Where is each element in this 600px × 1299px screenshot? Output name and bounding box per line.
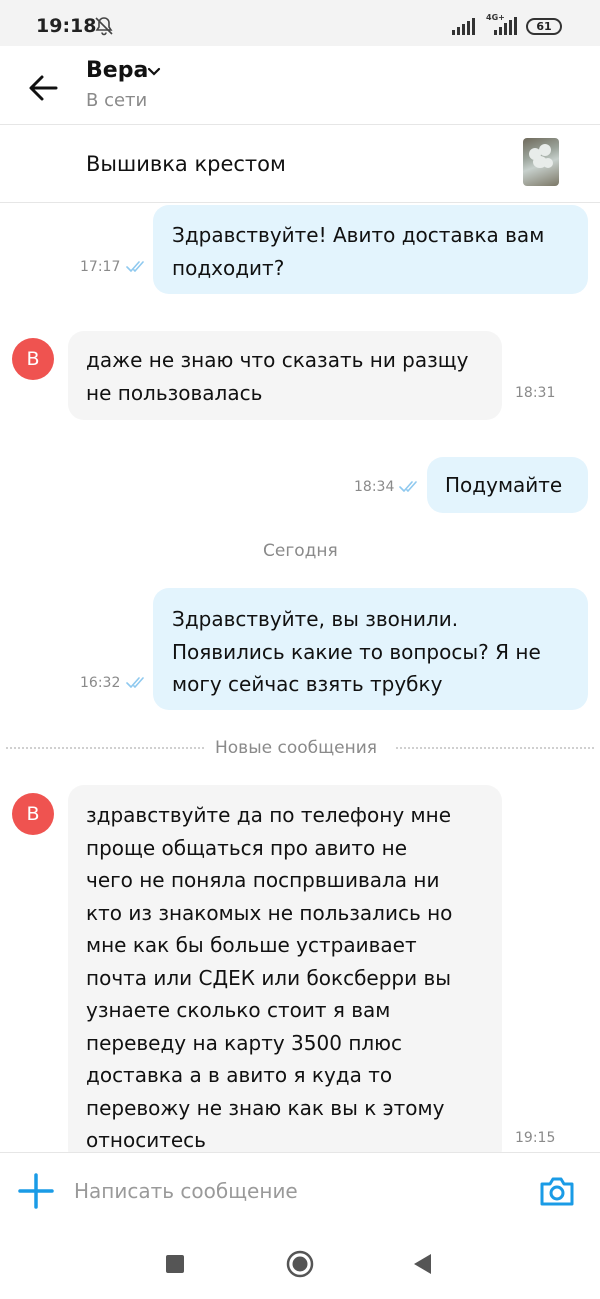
back-arrow-icon[interactable] — [28, 74, 58, 102]
plus-icon[interactable] — [18, 1173, 54, 1209]
message-time: 19:15 — [515, 1130, 556, 1146]
double-check-icon — [126, 261, 144, 272]
message-bubble-outgoing[interactable]: Подумайте — [427, 457, 588, 513]
chevron-down-icon[interactable] — [147, 66, 161, 78]
message-input[interactable]: Написать сообщение — [74, 1179, 298, 1203]
message-text: подходит? — [172, 255, 285, 280]
message-text: доставка а в авито я куда то — [86, 1063, 393, 1087]
avatar[interactable]: В — [12, 338, 54, 380]
camera-icon[interactable] — [539, 1175, 575, 1207]
date-divider: Сегодня — [263, 541, 338, 561]
message-text: даже не знаю что сказать ни разщу — [86, 348, 469, 372]
avatar[interactable]: В — [12, 793, 54, 835]
nav-home-icon[interactable] — [286, 1250, 314, 1278]
contact-status: В сети — [86, 90, 148, 111]
status-time: 19:18 — [36, 15, 97, 37]
message-time: 18:34 — [354, 479, 395, 495]
message-text: могу сейчас взять трубку — [172, 672, 443, 696]
message-text: кто из знакомых не пользались но — [86, 900, 453, 925]
message-text: здравствуйте да по телефону мне — [86, 803, 452, 827]
message-text: проще общаться про авито не — [86, 835, 408, 860]
message-text: перевожу не знаю как вы к этому — [86, 1095, 445, 1120]
message-text: почта или СДЕК или боксберри вы — [86, 965, 452, 990]
divider-line — [6, 747, 204, 749]
message-text: узнаете сколько стоит я вам — [86, 998, 391, 1022]
divider-line — [396, 747, 594, 749]
message-time: 17:17 — [80, 259, 121, 275]
message-bubble-incoming[interactable]: здравствуйте да по телефону мне проще об… — [68, 785, 502, 1165]
message-text: Здравствуйте, вы звонили. — [172, 607, 459, 631]
new-messages-divider: Новые сообщения — [215, 738, 377, 758]
message-bubble-incoming[interactable]: даже не знаю что сказать ни разщу не пол… — [68, 331, 502, 420]
signal-icon — [494, 17, 517, 35]
message-text: мне как бы больше устраивает — [86, 933, 417, 957]
message-text: Здравствуйте! Авито доставка вам — [172, 223, 545, 247]
contact-name[interactable]: Вера — [86, 58, 148, 83]
bell-off-icon — [95, 17, 113, 36]
message-text: переведу на карту 3500 плюс — [86, 1030, 403, 1055]
message-time: 16:32 — [80, 675, 121, 691]
listing-thumbnail[interactable] — [523, 138, 559, 186]
nav-square-icon[interactable] — [166, 1255, 184, 1273]
message-text: Появились какие то вопросы? Я не — [172, 639, 541, 664]
battery-icon: 61 — [526, 18, 562, 35]
message-time: 18:31 — [515, 385, 556, 401]
message-bubble-outgoing[interactable]: Здравствуйте, вы звонили. Появились каки… — [153, 588, 588, 710]
double-check-icon — [399, 481, 417, 492]
message-text: Подумайте — [445, 473, 563, 497]
signal-icon — [452, 18, 475, 35]
message-bubble-outgoing[interactable]: Здравствуйте! Авито доставка вам подходи… — [153, 205, 588, 294]
nav-back-icon[interactable] — [412, 1253, 432, 1275]
double-check-icon — [126, 677, 144, 688]
message-text: чего не поняла поспрвшивала ни — [86, 868, 440, 892]
message-text: не пользовалась — [86, 380, 263, 405]
listing-title[interactable]: Вышивка крестом — [86, 152, 286, 176]
